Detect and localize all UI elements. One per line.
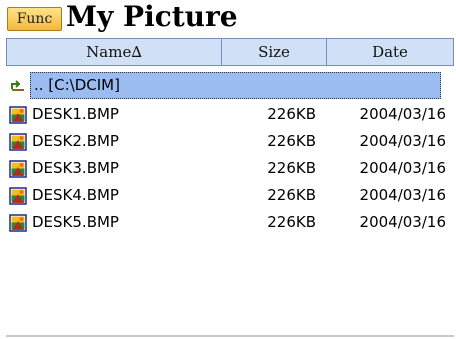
list-item[interactable]: DESK3.BMP 226KB 2004/03/16 [6,155,454,182]
file-size: 226KB [267,105,316,123]
file-date: 2004/03/16 [359,132,446,150]
file-name: DESK1.BMP [32,105,119,123]
file-date: 2004/03/16 [359,159,446,177]
file-size: 226KB [267,213,316,231]
bitmap-file-icon [9,133,27,151]
title-bar: Func My Picture [0,0,456,38]
file-name: DESK3.BMP [32,159,119,177]
file-size: 226KB [267,132,316,150]
parent-folder-row[interactable]: .. [C:\DCIM] [6,72,454,99]
folder-up-icon [9,77,27,95]
list-item[interactable]: DESK5.BMP 226KB 2004/03/16 [6,209,454,236]
list-item[interactable]: DESK1.BMP 226KB 2004/03/16 [6,101,454,128]
bitmap-file-icon [9,187,27,205]
file-name: DESK4.BMP [32,186,119,204]
column-header-date[interactable]: Date [327,39,453,65]
file-date: 2004/03/16 [359,105,446,123]
file-date: 2004/03/16 [359,213,446,231]
column-header-size[interactable]: Size [222,39,327,65]
list-item[interactable]: DESK2.BMP 226KB 2004/03/16 [6,128,454,155]
file-name: DESK5.BMP [32,213,119,231]
bitmap-file-icon [9,160,27,178]
file-list: .. [C:\DCIM] DESK1.BMP 226KB 2004/03/16 DES… [6,68,454,334]
page-title: My Picture [66,0,238,33]
column-header-name[interactable]: Name∆ [7,39,222,65]
divider [6,335,454,337]
list-item[interactable]: DESK4.BMP 226KB 2004/03/16 [6,182,454,209]
bitmap-file-icon [9,214,27,232]
bitmap-file-icon [9,106,27,124]
file-size: 226KB [267,159,316,177]
parent-folder-label: .. [C:\DCIM] [34,76,120,94]
file-size: 226KB [267,186,316,204]
func-button[interactable]: Func [7,7,62,31]
file-name: DESK2.BMP [32,132,119,150]
column-header: Name∆ Size Date [6,38,454,66]
file-date: 2004/03/16 [359,186,446,204]
